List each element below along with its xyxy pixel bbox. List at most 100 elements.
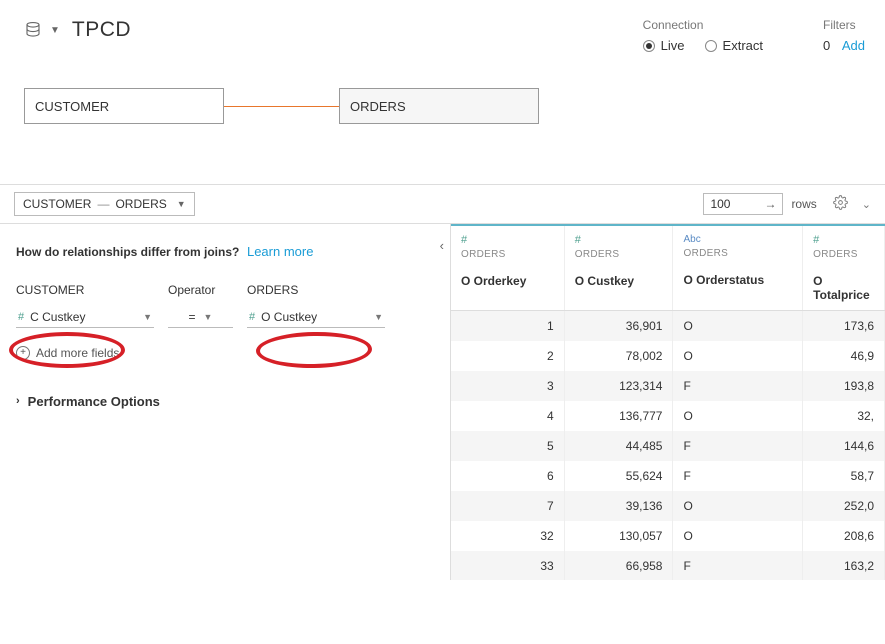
plus-circle-icon: + (16, 346, 30, 360)
table-row[interactable]: 3366,958F163,2 (451, 551, 885, 580)
table-cell: F (673, 371, 803, 401)
number-type-icon: # (813, 234, 876, 246)
column-header[interactable]: AbcORDERSO Orderstatus (673, 226, 803, 310)
rows-label: rows (791, 197, 816, 211)
datasource-name: TPCD (72, 18, 131, 42)
column-source: ORDERS (575, 249, 665, 260)
table-cell: O (673, 521, 803, 551)
table-customer[interactable]: CUSTOMER (24, 88, 224, 124)
column-header[interactable]: # ORDERS O Orderkey (451, 226, 565, 310)
gear-icon[interactable] (833, 195, 848, 213)
connection-group: Connection Live Extract (643, 18, 763, 53)
column-source: ORDERS (683, 248, 794, 259)
table-cell: 66,958 (565, 551, 674, 580)
table-orders[interactable]: ORDERS (339, 88, 539, 124)
right-field-dropdown[interactable]: # O Custkey ▼ (247, 307, 385, 328)
chevron-down-icon: ▼ (143, 312, 152, 322)
table-cell: 7 (451, 491, 565, 521)
table-cell: 36,901 (565, 311, 674, 341)
table-cell: 163,2 (803, 551, 885, 580)
table-cell: 2 (451, 341, 565, 371)
table-cell: 78,002 (565, 341, 674, 371)
filters-label: Filters (823, 18, 865, 32)
relationship-dropdown[interactable]: CUSTOMER — ORDERS ▼ (14, 192, 195, 216)
radio-unselected-icon (705, 40, 717, 52)
number-type-icon: # (575, 234, 665, 246)
table-cell: 5 (451, 431, 565, 461)
operator-dropdown[interactable]: = ▼ (168, 307, 233, 328)
chevron-down-icon: ▼ (50, 25, 60, 36)
relationship-help-text: How do relationships differ from joins? (16, 245, 239, 259)
table-cell: 44,485 (565, 431, 674, 461)
table-row[interactable]: 655,624F58,7 (451, 461, 885, 491)
relationship-config-panel: ‹ How do relationships differ from joins… (0, 224, 450, 580)
chevron-right-icon: › (16, 395, 20, 407)
table-cell: 3 (451, 371, 565, 401)
filters-add-link[interactable]: Add (842, 38, 865, 53)
table-row[interactable]: 739,136O252,0 (451, 491, 885, 521)
number-type-icon: # (18, 311, 24, 323)
table-cell: 33 (451, 551, 565, 580)
database-icon (24, 21, 42, 39)
operator-header: Operator (168, 283, 233, 297)
radio-selected-icon (643, 40, 655, 52)
data-preview-grid: # ORDERS O Orderkey # ORDERS O Custkey AbcORDE… (450, 224, 885, 580)
table-cell: O (673, 491, 803, 521)
filters-count: 0 (823, 38, 830, 53)
arrow-right-icon: → (764, 197, 776, 211)
datasource-title[interactable]: ▼ TPCD (24, 18, 131, 42)
table-cell: 4 (451, 401, 565, 431)
table-cell: 39,136 (565, 491, 674, 521)
add-more-fields-button[interactable]: + Add more fields (16, 346, 434, 360)
column-source: ORDERS (461, 249, 556, 260)
table-cell: 32 (451, 521, 565, 551)
table-row[interactable]: 32130,057O208,6 (451, 521, 885, 551)
table-cell: 123,314 (565, 371, 674, 401)
table-cell: O (673, 311, 803, 341)
table-cell: 193,8 (803, 371, 885, 401)
column-name: O Totalprice (813, 274, 876, 302)
table-cell: 144,6 (803, 431, 885, 461)
table-cell: 136,777 (565, 401, 674, 431)
table-cell: O (673, 401, 803, 431)
learn-more-link[interactable]: Learn more (247, 244, 313, 259)
chevron-down-icon: ▼ (177, 199, 186, 209)
right-table-header: ORDERS (247, 283, 385, 297)
data-model-canvas[interactable]: CUSTOMER ORDERS (0, 58, 885, 184)
relationship-connector[interactable] (224, 106, 339, 107)
table-row[interactable]: 3123,314F193,8 (451, 371, 885, 401)
left-field-dropdown[interactable]: # C Custkey ▼ (16, 307, 154, 328)
table-cell: 252,0 (803, 491, 885, 521)
table-cell: 6 (451, 461, 565, 491)
table-cell: 32, (803, 401, 885, 431)
performance-options-toggle[interactable]: › Performance Options (16, 394, 434, 409)
chevron-down-icon: ▼ (374, 312, 383, 322)
column-header[interactable]: # ORDERS O Totalprice (803, 226, 885, 310)
table-cell: 173,6 (803, 311, 885, 341)
table-cell: 46,9 (803, 341, 885, 371)
column-name: O Orderkey (461, 274, 556, 288)
table-row[interactable]: 544,485F144,6 (451, 431, 885, 461)
table-cell: O (673, 341, 803, 371)
table-cell: 208,6 (803, 521, 885, 551)
left-table-header: CUSTOMER (16, 283, 154, 297)
table-cell: 1 (451, 311, 565, 341)
number-type-icon: # (461, 234, 556, 246)
table-row[interactable]: 4136,777O32, (451, 401, 885, 431)
table-row[interactable]: 136,901O173,6 (451, 311, 885, 341)
table-cell: F (673, 431, 803, 461)
column-header[interactable]: # ORDERS O Custkey (565, 226, 674, 310)
connection-live-radio[interactable]: Live (643, 38, 685, 53)
table-cell: 55,624 (565, 461, 674, 491)
connection-extract-radio[interactable]: Extract (705, 38, 763, 53)
chevron-down-icon[interactable]: ⌄ (862, 198, 871, 211)
filters-group: Filters 0 Add (823, 18, 865, 53)
column-name: O Custkey (575, 274, 665, 288)
table-cell: 130,057 (565, 521, 674, 551)
chevron-down-icon: ▼ (204, 312, 213, 322)
table-cell: 58,7 (803, 461, 885, 491)
column-source: ORDERS (813, 249, 876, 260)
row-limit-input[interactable]: 100 → (703, 193, 783, 215)
collapse-panel-button[interactable]: ‹ (440, 238, 444, 253)
table-row[interactable]: 278,002O46,9 (451, 341, 885, 371)
